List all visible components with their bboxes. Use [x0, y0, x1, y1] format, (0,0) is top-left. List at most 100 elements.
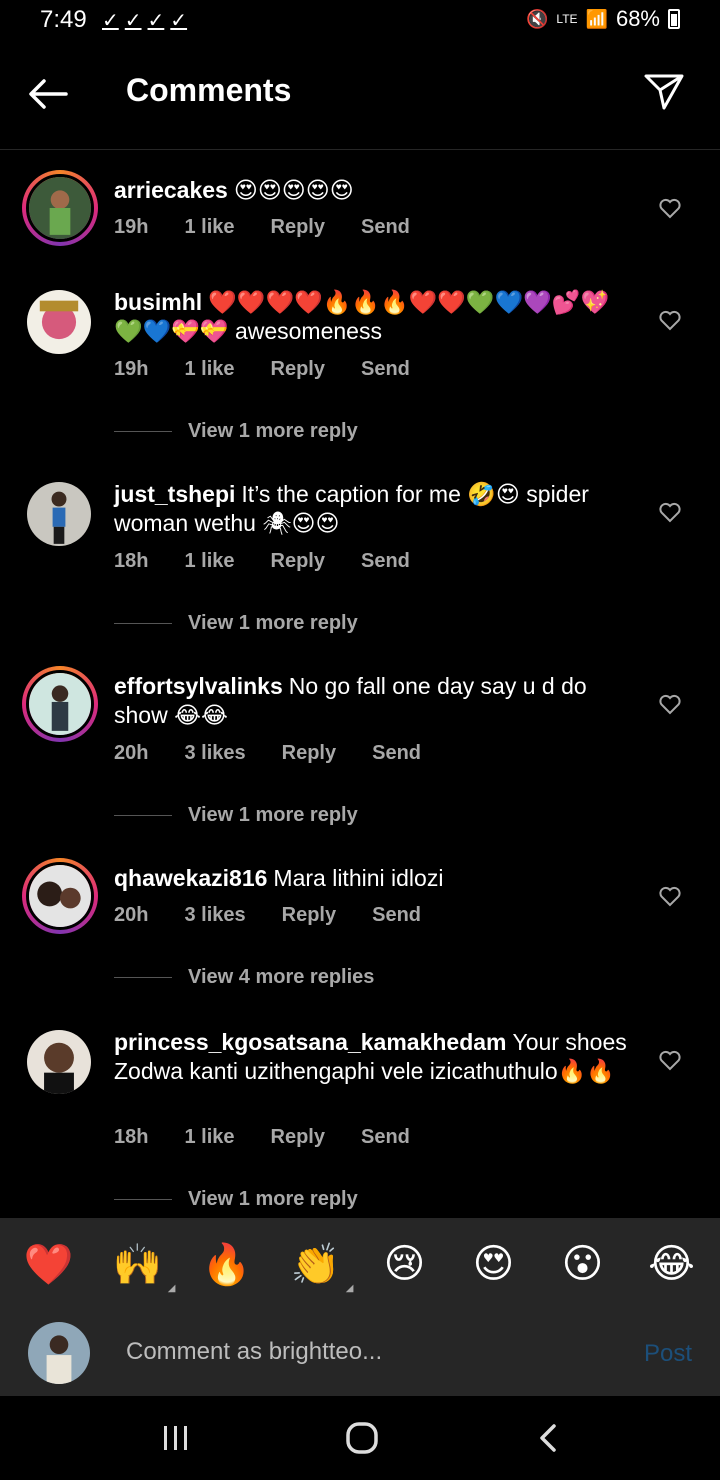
comment-username[interactable]: arriecakes — [114, 177, 228, 203]
like-heart-icon[interactable] — [658, 692, 682, 716]
surprised-emoji-button[interactable]: 😮 — [553, 1241, 613, 1287]
avatar-image — [29, 865, 91, 927]
system-nav-bar — [0, 1396, 720, 1480]
view-replies-button[interactable]: View 1 more reply — [114, 804, 358, 827]
avatar[interactable] — [27, 482, 91, 546]
check-icon: ✓ — [124, 10, 142, 32]
comment-likes[interactable]: 1 like — [184, 216, 234, 239]
comment-meta: 20h 3 likes Reply Send — [114, 742, 457, 765]
comment-body: qhawekazi816 Mara lithini idlozi — [114, 864, 634, 893]
recent-apps-icon[interactable] — [156, 1422, 196, 1454]
comment-body: effortsylvalinks No go fall one day say u… — [114, 672, 634, 730]
comment-meta: 19h 1 like Reply Send — [114, 358, 446, 381]
comment-username[interactable]: busimhl — [114, 289, 202, 315]
view-replies-label: View 1 more reply — [188, 612, 358, 634]
battery-icon — [668, 9, 680, 29]
comment-text: Mara lithini idlozi — [273, 865, 444, 891]
reply-button[interactable]: Reply — [282, 904, 336, 927]
comment-username[interactable]: princess_kgosatsana_kamakhedam — [114, 1029, 507, 1055]
send-button[interactable]: Send — [361, 1126, 410, 1149]
comment-likes[interactable]: 1 like — [184, 1126, 234, 1149]
view-replies-button[interactable]: View 1 more reply — [114, 1188, 358, 1211]
comment-time: 18h — [114, 550, 149, 572]
replies-divider — [114, 431, 172, 432]
header: Comments — [0, 44, 720, 150]
check-icon: ✓ — [147, 10, 165, 32]
back-arrow-icon — [29, 79, 68, 109]
paper-plane-icon — [644, 74, 684, 110]
status-notifications: ✓ ✓ ✓ ✓ — [102, 8, 187, 33]
avatar-image — [28, 1322, 90, 1384]
view-replies-button[interactable]: View 1 more reply — [114, 420, 358, 443]
comment-text: 😍😍😍😍😍 — [233, 177, 354, 203]
like-heart-icon[interactable] — [658, 308, 682, 332]
heart-emoji-button[interactable]: ❤️ — [19, 1241, 79, 1288]
view-replies-label: View 1 more reply — [188, 1188, 358, 1210]
reply-button[interactable]: Reply — [271, 550, 325, 573]
reply-button[interactable]: Reply — [282, 742, 336, 765]
comment-username[interactable]: qhawekazi816 — [114, 865, 267, 891]
avatar[interactable] — [22, 858, 98, 934]
like-heart-icon[interactable] — [658, 500, 682, 524]
comment-body: arriecakes 😍😍😍😍😍 — [114, 176, 634, 205]
reply-button[interactable]: Reply — [271, 358, 325, 381]
check-icon: ✓ — [102, 10, 119, 32]
variant-corner-icon: ◢ — [167, 1282, 176, 1294]
avatar[interactable] — [22, 666, 98, 742]
replies-divider — [114, 815, 172, 816]
view-replies-button[interactable]: View 4 more replies — [114, 966, 374, 989]
comment-likes[interactable]: 3 likes — [184, 742, 245, 765]
avatar[interactable] — [27, 290, 91, 354]
like-heart-icon[interactable] — [658, 884, 682, 908]
comment-composer: Comment as brightteo... Post — [0, 1310, 720, 1396]
avatar[interactable] — [22, 170, 98, 246]
avatar[interactable] — [27, 1030, 91, 1094]
battery-percent: 68% — [615, 6, 660, 31]
comment-likes[interactable]: 1 like — [184, 550, 234, 573]
comment-meta: 19h 1 like Reply Send — [114, 216, 446, 239]
page-title: Comments — [126, 72, 292, 108]
crying-emoji-button[interactable]: 😢 — [375, 1241, 435, 1287]
send-button[interactable]: Send — [372, 904, 421, 927]
comment-username[interactable]: just_tshepi — [114, 481, 235, 507]
clap-emoji-button[interactable]: 👏 ◢ — [286, 1241, 354, 1294]
back-button[interactable] — [26, 72, 70, 116]
comment-likes[interactable]: 3 likes — [184, 904, 245, 927]
mute-icon: 🔇 — [525, 8, 549, 29]
comment-body: just_tshepi It’s the caption for me 🤣😍 sp… — [114, 480, 634, 538]
raised-hands-emoji: 🙌 — [112, 1242, 163, 1287]
raised-hands-emoji-button[interactable]: 🙌 ◢ — [108, 1241, 176, 1294]
send-button[interactable]: Send — [361, 550, 410, 573]
home-icon[interactable] — [342, 1422, 382, 1454]
view-replies-label: View 1 more reply — [188, 420, 358, 442]
comment-username[interactable]: effortsylvalinks — [114, 673, 283, 699]
reply-button[interactable]: Reply — [271, 1126, 325, 1149]
comment-time: 18h — [114, 1126, 149, 1148]
reply-button[interactable]: Reply — [271, 216, 325, 239]
comment-time: 20h — [114, 742, 149, 764]
comment-meta: 18h 1 like Reply Send — [114, 1126, 446, 1149]
variant-corner-icon: ◢ — [345, 1282, 354, 1294]
send-button[interactable]: Send — [372, 742, 421, 765]
status-indicators: 🔇 LTE 📶 68% — [526, 6, 680, 32]
comment-meta: 18h 1 like Reply Send — [114, 550, 446, 573]
check-icon: ✓ — [170, 10, 188, 32]
send-button[interactable]: Send — [361, 358, 410, 381]
send-button[interactable]: Send — [361, 216, 410, 239]
network-label: LTE — [556, 12, 578, 26]
clap-emoji: 👏 — [290, 1242, 341, 1287]
heart-eyes-emoji-button[interactable]: 😍 — [464, 1241, 524, 1287]
comment-input[interactable]: Comment as brightteo... — [126, 1338, 382, 1366]
comment-meta: 20h 3 likes Reply Send — [114, 904, 457, 927]
post-button[interactable]: Post — [644, 1340, 692, 1368]
avatar-image — [29, 673, 91, 735]
view-replies-button[interactable]: View 1 more reply — [114, 612, 358, 635]
share-button[interactable] — [642, 70, 686, 114]
laughing-emoji-button[interactable]: 😂 — [642, 1241, 702, 1287]
like-heart-icon[interactable] — [658, 1048, 682, 1072]
back-nav-icon[interactable] — [530, 1422, 570, 1454]
like-heart-icon[interactable] — [658, 196, 682, 220]
avatar-image — [27, 290, 91, 354]
fire-emoji-button[interactable]: 🔥 — [197, 1241, 257, 1288]
comment-likes[interactable]: 1 like — [184, 358, 234, 381]
